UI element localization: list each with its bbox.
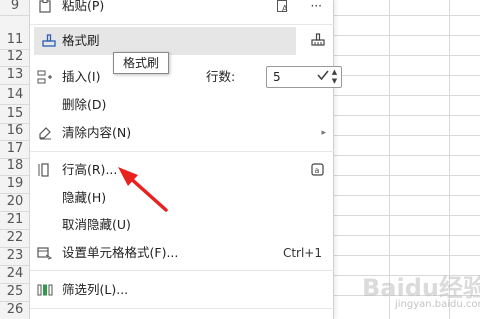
menu-separator <box>30 270 334 271</box>
menu-item-hide[interactable]: 隐藏(H) <box>30 184 334 212</box>
more-options-icon[interactable]: ··· <box>311 0 322 20</box>
menu-item-paste[interactable]: 粘贴(P) A ··· <box>30 0 334 20</box>
menu-item-format-painter[interactable]: 格式刷 <box>34 27 296 55</box>
row-number[interactable]: 12 <box>0 47 30 67</box>
insert-rows-icon <box>36 68 54 86</box>
row-number[interactable]: 23 <box>0 246 30 266</box>
svg-text:a: a <box>315 166 320 175</box>
format-cells-icon <box>36 244 54 262</box>
row-number[interactable]: 24 <box>0 264 30 284</box>
row-number[interactable]: 18 <box>0 156 30 176</box>
menu-item-label: 筛选列(L)... <box>62 282 129 297</box>
menu-item-row-height[interactable]: 行高(R)... <box>30 156 334 184</box>
rows-count-label: 行数: <box>206 69 236 84</box>
paste-icon <box>36 0 54 15</box>
row-number[interactable]: 16 <box>0 121 30 141</box>
submenu-arrow-icon: ▸ <box>321 128 326 138</box>
row-height-option-icon[interactable]: a <box>310 162 326 178</box>
filter-columns-icon <box>36 281 54 299</box>
row-number[interactable]: 21 <box>0 210 30 230</box>
svg-text:A: A <box>282 4 288 13</box>
format-painter-icon <box>40 32 58 50</box>
menu-item-clear-contents[interactable]: 清除内容(N) ▸ <box>30 119 334 147</box>
menu-item-label: 格式刷 <box>62 33 100 48</box>
brush-icon[interactable] <box>310 32 328 50</box>
menu-item-label: 删除(D) <box>62 97 107 112</box>
confirm-check-icon[interactable] <box>316 68 332 84</box>
paste-format-icon[interactable]: A <box>274 0 292 15</box>
rows-count-value[interactable]: 5 <box>273 67 281 87</box>
menu-item-label: 粘贴(P) <box>62 0 105 13</box>
menu-item-filter-column[interactable]: 筛选列(L)... <box>30 276 334 304</box>
menu-item-label: 行高(R)... <box>62 162 118 177</box>
menu-separator <box>30 24 334 25</box>
row-number[interactable]: 19 <box>0 174 30 194</box>
menu-separator <box>30 308 334 309</box>
shortcut-label: Ctrl+1 <box>282 246 322 260</box>
row-header: 9 11 12 13 14 15 16 17 18 19 20 21 22 23… <box>0 0 30 319</box>
context-menu: 粘贴(P) A ··· 格式刷 插入(I) 行数: 5 ▲ ▼ 删除(D) 清除… <box>30 0 342 319</box>
menu-item-label: 插入(I) <box>62 69 101 84</box>
menu-separator <box>30 151 334 152</box>
row-number[interactable]: 22 <box>0 228 30 248</box>
row-number[interactable]: 25 <box>0 282 30 302</box>
row-height-icon <box>36 161 54 179</box>
menu-item-label: 设置单元格格式(F)... <box>62 245 179 260</box>
row-number[interactable]: 9 <box>0 0 30 16</box>
row-number[interactable]: 14 <box>0 85 30 105</box>
row-number[interactable]: 13 <box>0 65 30 85</box>
row-number[interactable]: 20 <box>0 192 30 212</box>
eraser-icon <box>36 124 54 142</box>
menu-item-unhide[interactable]: 取消隐藏(U) <box>30 211 334 239</box>
format-painter-tooltip: 格式刷 <box>113 52 169 74</box>
watermark-logo: Baidu经验 <box>362 274 480 302</box>
watermark-url: jingyan.baidu.com <box>395 299 480 310</box>
menu-item-label: 隐藏(H) <box>62 190 107 205</box>
row-number[interactable]: 26 <box>0 300 30 319</box>
menu-item-label: 取消隐藏(U) <box>62 217 131 232</box>
menu-item-delete[interactable]: 删除(D) <box>30 91 334 119</box>
menu-item-format-cells[interactable]: 设置单元格格式(F)... Ctrl+1 <box>30 239 334 267</box>
menu-item-label: 清除内容(N) <box>62 125 132 140</box>
